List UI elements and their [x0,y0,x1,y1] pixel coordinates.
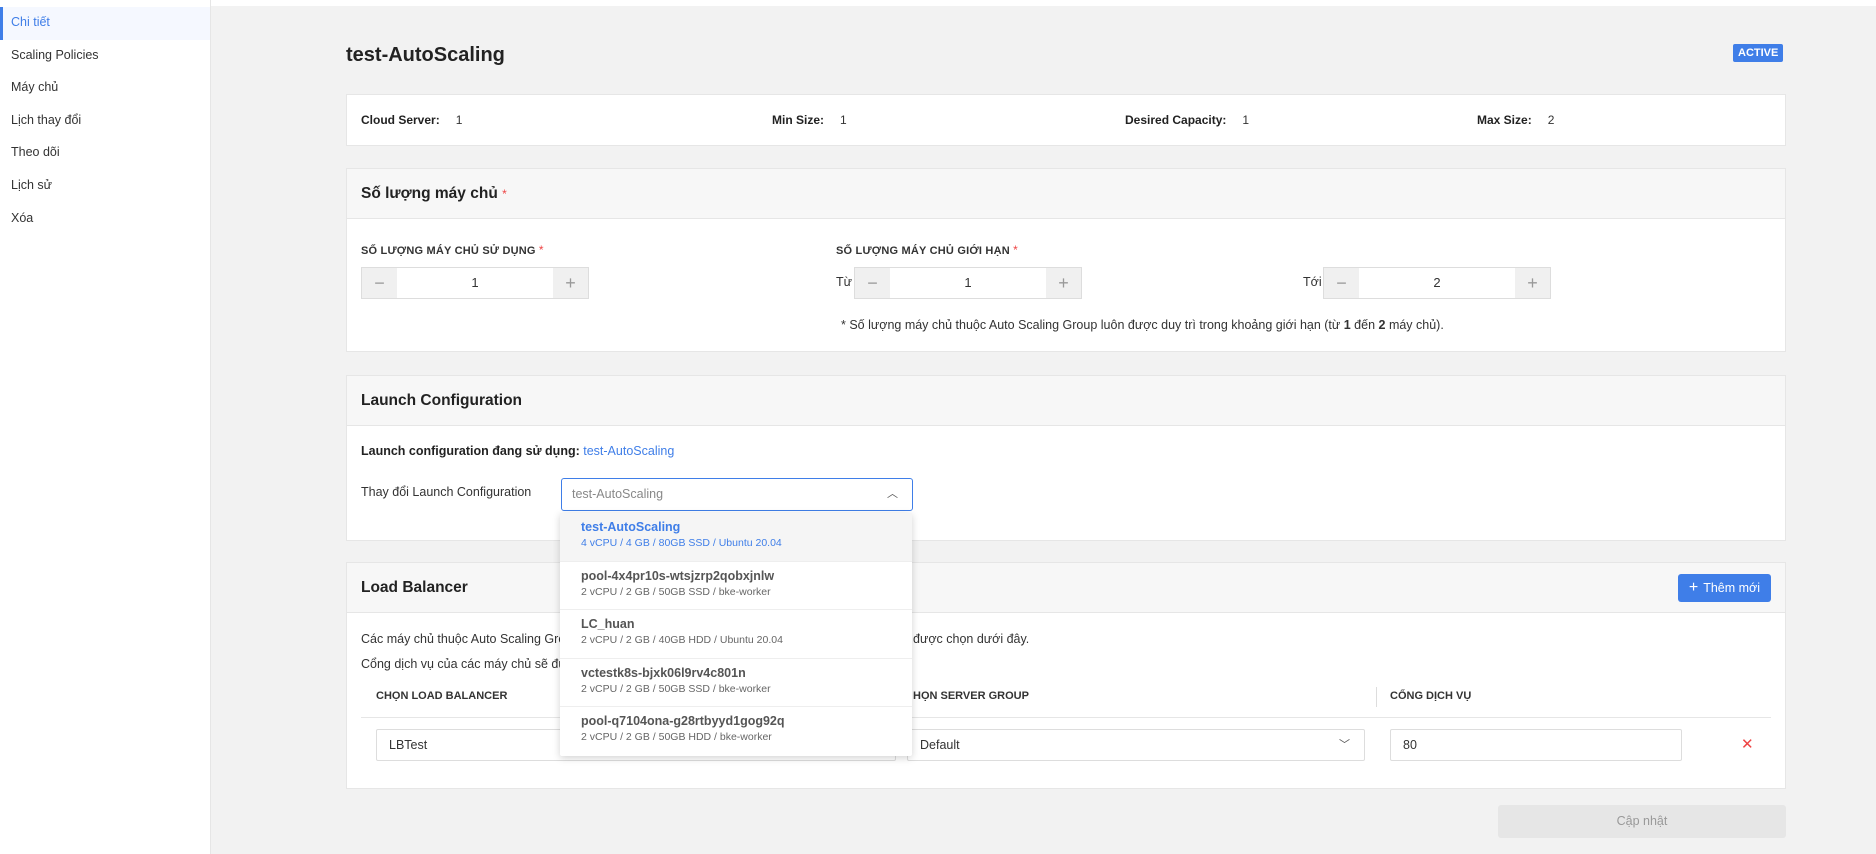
dropdown-option[interactable]: pool-4x4pr10s-wtsjzrp2qobxjnlw 2 vCPU / … [560,562,912,611]
current-launch-config: Launch configuration đang sử dụng: test-… [361,444,674,458]
used-quantity-label: SỐ LƯỢNG MÁY CHỦ SỬ DỤNG * [361,243,544,257]
lb-description-line2: Cổng dịch vụ của các máy chủ sẽ đư [361,657,567,671]
server-quantity-title: Số lượng máy chủ [361,185,498,202]
plus-icon: + [1688,578,1699,596]
dropdown-option[interactable]: LC_huan 2 vCPU / 2 GB / 40GB HDD / Ubunt… [560,610,912,659]
min-limit-stepper: − 1 + [854,267,1082,299]
cloud-server-value: 1 [455,113,463,127]
option-name: LC_huan [581,617,635,632]
col-choose-server-group: HỌN SERVER GROUP [913,690,1029,702]
server-quantity-card: Số lượng máy chủ * SỐ LƯỢNG MÁY CHỦ SỬ D… [346,168,1786,352]
min-limit-value[interactable]: 1 [890,268,1046,298]
remove-row-icon[interactable]: ✕ [1741,735,1754,753]
decrement-button[interactable]: − [362,268,397,298]
col-service-port: CỔNG DỊCH VỤ [1390,690,1472,702]
increment-button[interactable]: + [553,268,588,298]
cloud-server-stat: Cloud Server: 1 [361,113,462,127]
lb-select-value: LBTest [389,738,428,752]
decrement-button[interactable]: − [1324,268,1359,298]
max-size-value: 2 [1547,113,1555,127]
chevron-down-icon: ﹀ [1339,739,1350,751]
used-quantity-label-text: SỐ LƯỢNG MÁY CHỦ SỬ DỤNG [361,245,536,257]
add-new-label: Thêm mới [1703,580,1760,595]
max-limit-value[interactable]: 2 [1359,268,1515,298]
note-min: 1 [1343,318,1351,332]
sidebar-item-details[interactable]: Chi tiết [0,7,210,40]
update-button[interactable]: Cập nhật [1498,805,1786,838]
note-suffix: máy chủ). [1385,318,1444,332]
launch-config-dropdown: test-AutoScaling 4 vCPU / 4 GB / 80GB SS… [560,513,912,756]
option-name: pool-4x4pr10s-wtsjzrp2qobxjnlw [581,568,775,583]
cloud-server-label: Cloud Server: [361,113,440,127]
desired-capacity-value: 1 [1242,113,1250,127]
option-spec: 2 vCPU / 2 GB / 50GB SSD / bke-worker [581,585,771,598]
min-size-value: 1 [840,113,847,127]
required-marker: * [1013,243,1019,257]
service-port-input[interactable]: 80 [1390,729,1682,761]
min-size-stat: Min Size: 1 [772,113,847,127]
page-title: test-AutoScaling [346,44,505,66]
add-new-button[interactable]: + Thêm mới [1677,573,1771,602]
option-spec: 2 vCPU / 2 GB / 50GB HDD / bke-worker [581,731,772,744]
limit-quantity-label: SỐ LƯỢNG MÁY CHỦ GIỚI HẠN * [836,243,1018,257]
increment-button[interactable]: + [1515,268,1550,298]
increment-button[interactable]: + [1046,268,1081,298]
desired-capacity-label: Desired Capacity: [1125,113,1227,127]
note-mid: đến [1350,318,1379,332]
status-badge: ACTIVE [1733,44,1784,62]
used-quantity-stepper: − 1 + [361,267,589,299]
max-size-stat: Max Size: 2 [1477,113,1554,127]
chevron-up-icon: ︿ [887,488,898,500]
max-limit-stepper: − 2 + [1323,267,1551,299]
server-group-value: Default [920,738,960,752]
option-spec: 2 vCPU / 2 GB / 50GB SSD / bke-worker [581,682,771,695]
option-spec: 2 vCPU / 2 GB / 40GB HDD / Ubuntu 20.04 [581,634,783,647]
sidebar-item-schedule[interactable]: Lịch thay đổi [0,105,210,138]
max-size-label: Max Size: [1477,113,1532,127]
sidebar-item-scaling-policies[interactable]: Scaling Policies [0,40,210,73]
required-marker: * [502,187,507,201]
sidebar-item-history[interactable]: Lịch sử [0,170,210,203]
col-choose-lb: CHỌN LOAD BALANCER [376,690,508,702]
column-divider [1376,687,1377,707]
launch-configuration-title: Launch Configuration [347,376,1785,426]
change-launch-config-label: Thay đổi Launch Configuration [361,485,532,499]
to-label: Tới [1303,275,1322,289]
top-strip [211,0,1876,6]
limit-quantity-label-text: SỐ LƯỢNG MÁY CHỦ GIỚI HẠN [836,245,1010,257]
current-launch-config-link[interactable]: test-AutoScaling [583,444,674,458]
service-port-value: 80 [1403,738,1417,752]
quantity-note: * Số lượng máy chủ thuộc Auto Scaling Gr… [841,318,1444,332]
dropdown-option[interactable]: vctestk8s-bjxk06l9rv4c801n 2 vCPU / 2 GB… [560,659,912,708]
lb-description-line1: Các máy chủ thuộc Auto Scaling Gro [361,632,565,646]
sidebar: Chi tiết Scaling Policies Máy chủ Lịch t… [0,0,211,854]
sidebar-item-monitoring[interactable]: Theo dõi [0,137,210,170]
dropdown-option[interactable]: test-AutoScaling 4 vCPU / 4 GB / 80GB SS… [560,513,912,562]
summary-card: Cloud Server: 1 Min Size: 1 Desired Capaci… [346,94,1786,146]
current-launch-config-label: Launch configuration đang sử dụng: [361,444,580,458]
sidebar-item-servers[interactable]: Máy chủ [0,72,210,105]
required-marker: * [538,243,544,257]
from-label: Từ [836,275,853,289]
lb-description-line1-right: được chọn dưới đây. [913,632,1030,646]
min-size-label: Min Size: [772,113,825,127]
launch-config-select-value: test-AutoScaling [572,487,664,501]
desired-capacity-stat: Desired Capacity: 1 [1125,113,1249,127]
used-quantity-value[interactable]: 1 [397,268,553,298]
dropdown-option[interactable]: pool-q7104ona-g28rtbyyd1gog92q 2 vCPU / … [560,707,912,756]
server-group-select[interactable]: Default ﹀ [907,729,1365,761]
load-balancer-title: Load Balancer [361,578,468,596]
sidebar-item-delete[interactable]: Xóa [0,203,210,236]
decrement-button[interactable]: − [855,268,890,298]
option-name: pool-q7104ona-g28rtbyyd1gog92q [581,714,785,729]
option-name: test-AutoScaling [581,520,681,534]
launch-config-select[interactable]: test-AutoScaling ︿ [561,478,913,511]
server-quantity-header: Số lượng máy chủ * [347,169,1785,219]
note-prefix: * Số lượng máy chủ thuộc Auto Scaling Gr… [841,318,1344,332]
option-name: vctestk8s-bjxk06l9rv4c801n [581,665,746,680]
option-spec: 4 vCPU / 4 GB / 80GB SSD / Ubuntu 20.04 [581,537,782,549]
lb-desc1-left: Các máy chủ thuộc Auto Scaling Gro [361,632,566,646]
